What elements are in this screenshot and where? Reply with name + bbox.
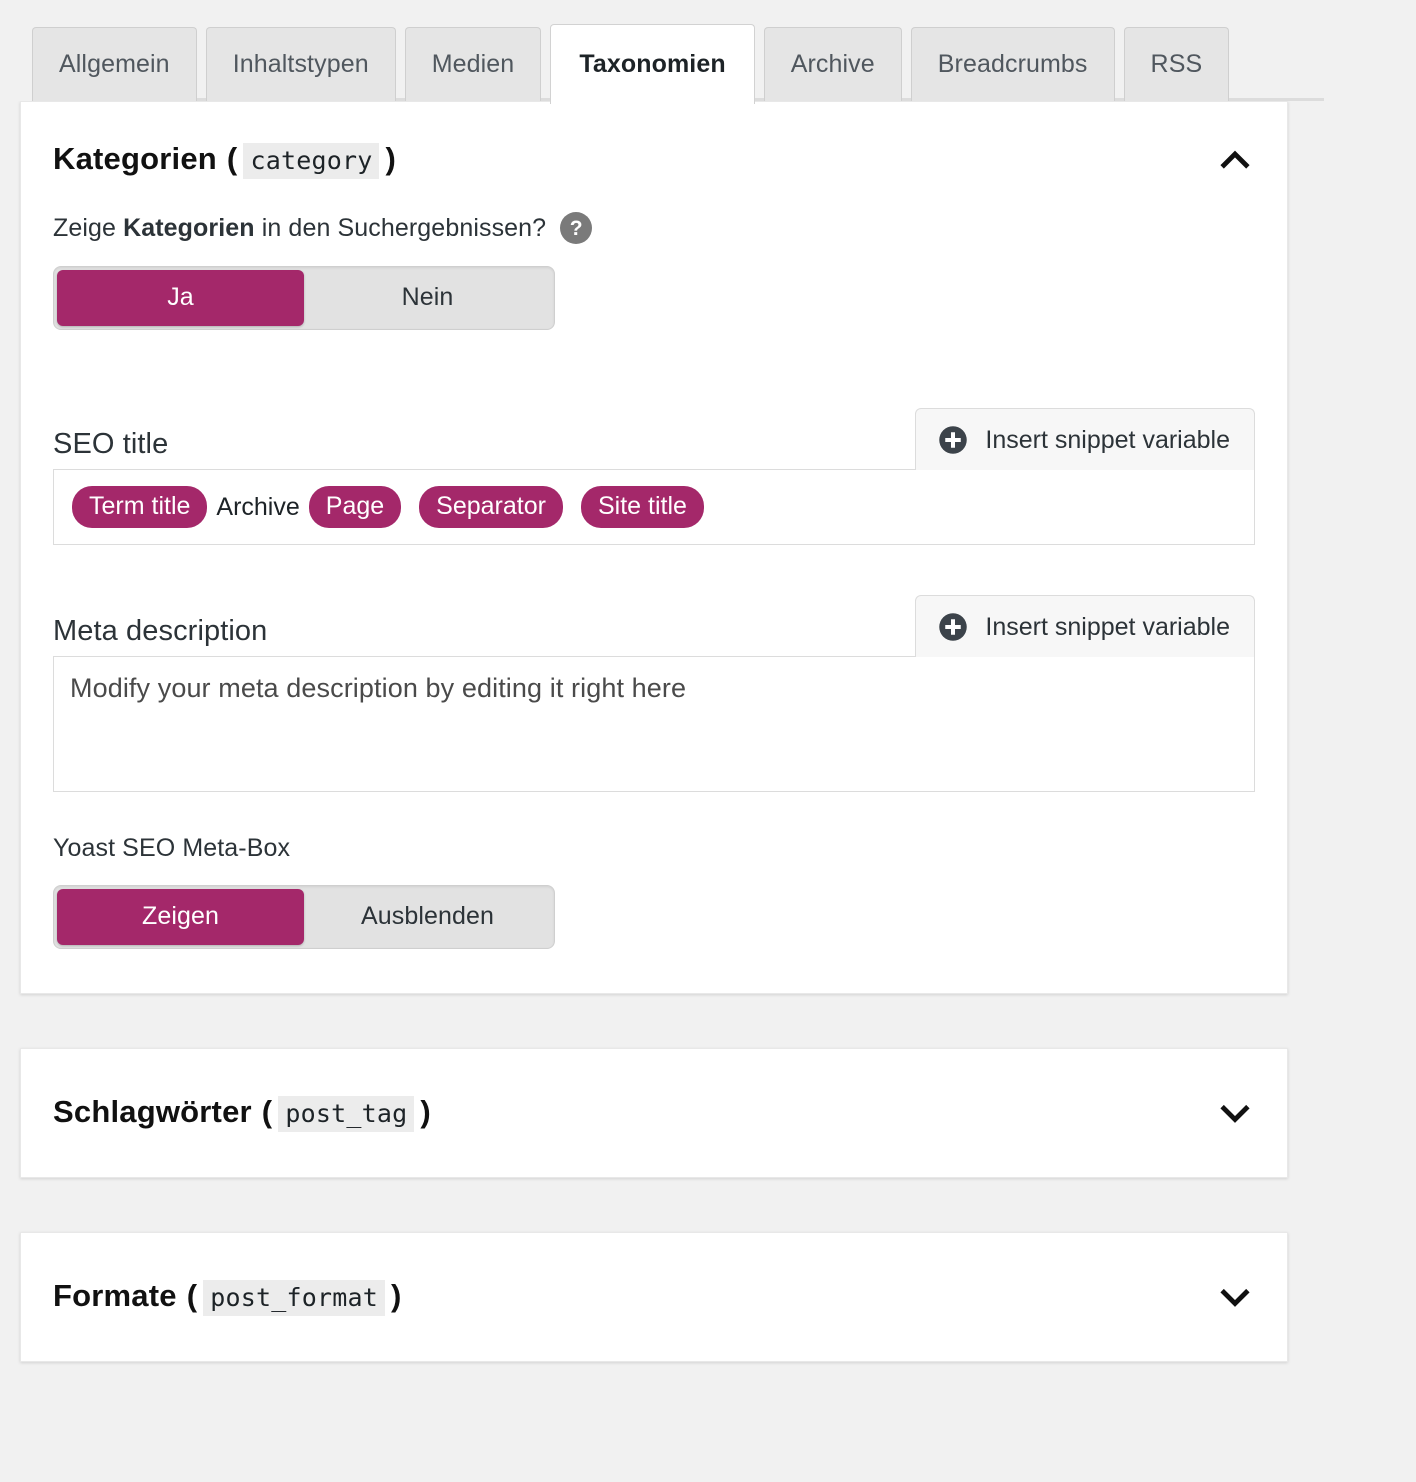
toggle-option-zeigen[interactable]: Zeigen (57, 889, 304, 945)
panel-title-post-tag: Schlagwörter ( post_tag ) (53, 1094, 431, 1132)
toggle-option-nein[interactable]: Nein (304, 270, 551, 326)
tab-rss[interactable]: RSS (1123, 27, 1230, 101)
panel-title-post-format: Formate ( post_format ) (53, 1278, 402, 1316)
taxonomy-panel-post-format: Formate ( post_format ) (20, 1232, 1288, 1362)
seo-title-label: SEO title (53, 428, 169, 460)
seo-title-header: SEO title Insert snippet variable (53, 408, 1255, 470)
tab-medien[interactable]: Medien (404, 27, 542, 101)
plus-circle-icon (938, 612, 968, 642)
meta-description-textarea[interactable]: Modify your meta description by editing … (53, 656, 1255, 792)
meta-description-label: Meta description (53, 615, 268, 647)
snippet-variable-term-title[interactable]: Term title (72, 486, 208, 528)
insert-snippet-variable-label: Insert snippet variable (985, 425, 1230, 454)
snippet-variable-page[interactable]: Page (308, 486, 402, 528)
label-bold: Kategorien (123, 213, 255, 242)
plus-circle-icon (938, 425, 968, 455)
label-suffix: in den Suchergebnissen? (254, 213, 547, 242)
paren-close: ) (391, 1278, 402, 1313)
seo-title-input[interactable]: Term title Archive Page Separator Site t… (53, 469, 1255, 545)
tab-label: Allgemein (59, 50, 170, 78)
metabox-toggle[interactable]: Zeigen Ausblenden (53, 885, 555, 949)
paren-open: ( (186, 1278, 198, 1313)
snippet-variable-site-title[interactable]: Site title (580, 486, 704, 528)
paren-open: ( (226, 141, 238, 176)
insert-snippet-variable-label: Insert snippet variable (985, 612, 1230, 641)
tab-allgemein[interactable]: Allgemein (32, 27, 197, 101)
tab-breadcrumbs[interactable]: Breadcrumbs (910, 27, 1115, 101)
panel-title-text: Schlagwörter (53, 1094, 252, 1129)
taxonomy-panel-category: Kategorien ( category ) Zeige Kategorien… (20, 101, 1288, 994)
meta-description-header: Meta description Insert snippet variable (53, 595, 1255, 657)
help-icon-glyph: ? (569, 216, 583, 240)
seo-title-block: SEO title Insert snippet variable Term t… (53, 408, 1255, 545)
search-visibility-label-row: Zeige Kategorien in den Suchergebnissen?… (53, 212, 1255, 244)
taxonomy-panel-post-tag: Schlagwörter ( post_tag ) (20, 1048, 1288, 1178)
chevron-down-icon[interactable] (1213, 1275, 1257, 1319)
tab-label: Inhaltstypen (232, 50, 369, 78)
paren-open: ( (261, 1094, 273, 1129)
help-icon[interactable]: ? (560, 212, 593, 244)
panel-title-text: Formate (53, 1278, 177, 1313)
tab-label: Breadcrumbs (937, 50, 1088, 78)
paren-close: ) (385, 141, 396, 176)
toggle-option-ja[interactable]: Ja (57, 270, 304, 326)
tab-label: RSS (1150, 50, 1203, 78)
taxonomy-slug: post_tag (278, 1096, 415, 1132)
insert-snippet-variable-button-title[interactable]: Insert snippet variable (915, 408, 1255, 470)
taxonomy-slug: post_format (203, 1280, 386, 1316)
tab-taxonomien[interactable]: Taxonomien (550, 24, 755, 104)
panel-header-post-format[interactable]: Formate ( post_format ) (21, 1233, 1287, 1361)
snippet-variable-separator[interactable]: Separator (419, 486, 563, 528)
settings-tab-bar: Allgemein Inhaltstypen Medien Taxonomien… (0, 0, 1416, 104)
metabox-label: Yoast SEO Meta-Box (53, 834, 291, 862)
snippet-text-archive: Archive (216, 492, 300, 521)
tab-label: Medien (431, 50, 515, 78)
label-prefix: Zeige (53, 213, 124, 242)
settings-content: Kategorien ( category ) Zeige Kategorien… (0, 101, 1416, 1362)
search-visibility-label: Zeige Kategorien in den Suchergebnissen? (53, 214, 546, 243)
taxonomy-slug: category (243, 143, 380, 179)
search-visibility-toggle[interactable]: Ja Nein (53, 266, 555, 330)
panel-title-text: Kategorien (53, 141, 217, 176)
paren-close: ) (420, 1094, 431, 1129)
page-title: Kategorien ( category ) (53, 141, 396, 179)
chevron-down-icon[interactable] (1213, 1091, 1257, 1135)
tab-inhaltstypen[interactable]: Inhaltstypen (205, 27, 396, 101)
tab-label: Archive (790, 50, 875, 78)
meta-description-value: Modify your meta description by editing … (70, 673, 687, 703)
meta-description-block: Meta description Insert snippet variable… (53, 595, 1255, 792)
panel-body-category: Zeige Kategorien in den Suchergebnissen?… (21, 212, 1287, 993)
insert-snippet-variable-button-description[interactable]: Insert snippet variable (915, 595, 1255, 657)
toggle-option-ausblenden[interactable]: Ausblenden (304, 889, 551, 945)
chevron-up-icon[interactable] (1213, 138, 1257, 182)
panel-header-category[interactable]: Kategorien ( category ) (21, 102, 1287, 212)
tab-archive[interactable]: Archive (763, 27, 902, 101)
panel-header-post-tag[interactable]: Schlagwörter ( post_tag ) (21, 1049, 1287, 1177)
tab-label: Taxonomien (579, 50, 726, 78)
